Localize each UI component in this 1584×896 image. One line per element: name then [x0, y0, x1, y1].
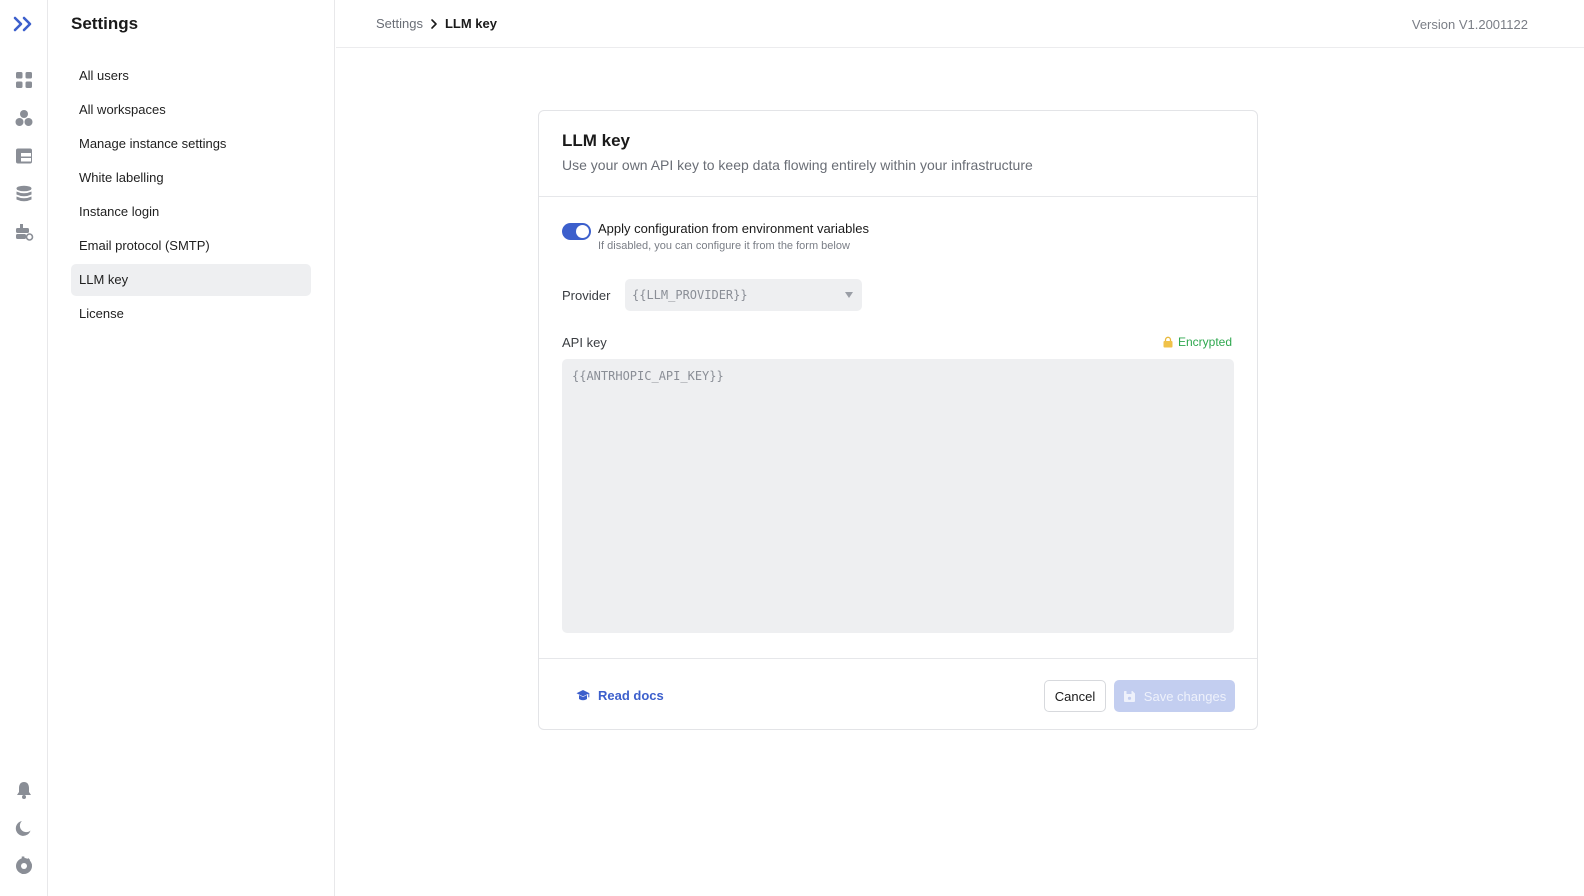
read-docs-link[interactable]: Read docs: [576, 688, 664, 703]
save-disk-icon: [1123, 690, 1135, 702]
card-header: LLM key Use your own API key to keep dat…: [539, 111, 1257, 197]
env-config-text: Apply configuration from environment var…: [598, 221, 869, 252]
apps-grid-icon[interactable]: [14, 70, 34, 90]
sidebar-title: Settings: [71, 14, 139, 33]
graduation-cap-icon: [576, 689, 590, 700]
provider-select[interactable]: {{LLM_PROVIDER}}: [625, 279, 862, 311]
sidebar-item-email-protocol[interactable]: Email protocol (SMTP): [71, 230, 311, 262]
sidebar-item-manage-instance-settings[interactable]: Manage instance settings: [71, 128, 311, 160]
env-config-toggle[interactable]: [562, 223, 591, 240]
components-icon[interactable]: [14, 108, 34, 128]
top-header: Settings LLM key Version V1.2001122: [336, 0, 1584, 48]
breadcrumb-current: LLM key: [444, 16, 497, 31]
encrypted-label: Encrypted: [1177, 335, 1232, 349]
sidebar-item-white-labelling[interactable]: White labelling: [71, 162, 311, 194]
settings-nav: All users All workspaces Manage instance…: [71, 60, 311, 332]
database-icon[interactable]: [14, 184, 34, 204]
provider-label: Provider: [562, 287, 611, 303]
env-config-hint: If disabled, you can configure it from t…: [598, 240, 850, 252]
moon-icon[interactable]: [14, 818, 34, 838]
read-docs-label: Read docs: [598, 688, 664, 703]
bell-icon[interactable]: [14, 780, 34, 800]
llm-key-card: LLM key Use your own API key to keep dat…: [538, 110, 1258, 730]
gear-icon[interactable]: [14, 856, 34, 876]
api-key-row: API key Encrypted: [562, 335, 1234, 355]
chevron-right-icon: [431, 18, 437, 29]
provider-value: {{LLM_PROVIDER}}: [632, 288, 748, 302]
sidebar-item-license[interactable]: License: [71, 298, 311, 330]
sidebar-item-all-workspaces[interactable]: All workspaces: [71, 94, 311, 126]
sidebar-item-all-users[interactable]: All users: [71, 60, 311, 92]
card-footer: Read docs Cancel Save changes: [539, 658, 1257, 730]
sidebar-item-instance-login[interactable]: Instance login: [71, 196, 311, 228]
encrypted-badge: Encrypted: [1162, 335, 1232, 349]
caret-down-icon: [845, 292, 853, 298]
sidebar-item-llm-key[interactable]: LLM key: [71, 264, 311, 296]
env-config-label: Apply configuration from environment var…: [598, 221, 869, 236]
settings-sidebar: Settings All users All workspaces Manage…: [48, 0, 335, 896]
version-label: Version V1.2001122: [1411, 17, 1528, 32]
plugins-icon[interactable]: [14, 222, 34, 242]
api-key-label: API key: [562, 335, 607, 350]
save-changes-label: Save changes: [1143, 688, 1227, 704]
lock-icon: [1163, 336, 1173, 348]
api-key-textarea[interactable]: {{ANTRHOPIC_API_KEY}}: [562, 359, 1234, 633]
icon-rail: [0, 0, 48, 896]
app-logo-icon[interactable]: [13, 15, 35, 33]
breadcrumb-settings[interactable]: Settings: [376, 16, 423, 31]
app-root: Settings All users All workspaces Manage…: [0, 0, 1584, 896]
card-subtitle: Use your own API key to keep data flowin…: [562, 157, 1033, 173]
save-changes-button[interactable]: Save changes: [1114, 680, 1235, 712]
card-title: LLM key: [562, 131, 631, 150]
table-icon[interactable]: [14, 146, 34, 166]
breadcrumb: Settings LLM key: [376, 16, 497, 31]
cancel-button[interactable]: Cancel: [1044, 680, 1106, 712]
env-config-row: Apply configuration from environment var…: [562, 221, 869, 252]
provider-row: Provider {{LLM_PROVIDER}}: [562, 279, 862, 311]
